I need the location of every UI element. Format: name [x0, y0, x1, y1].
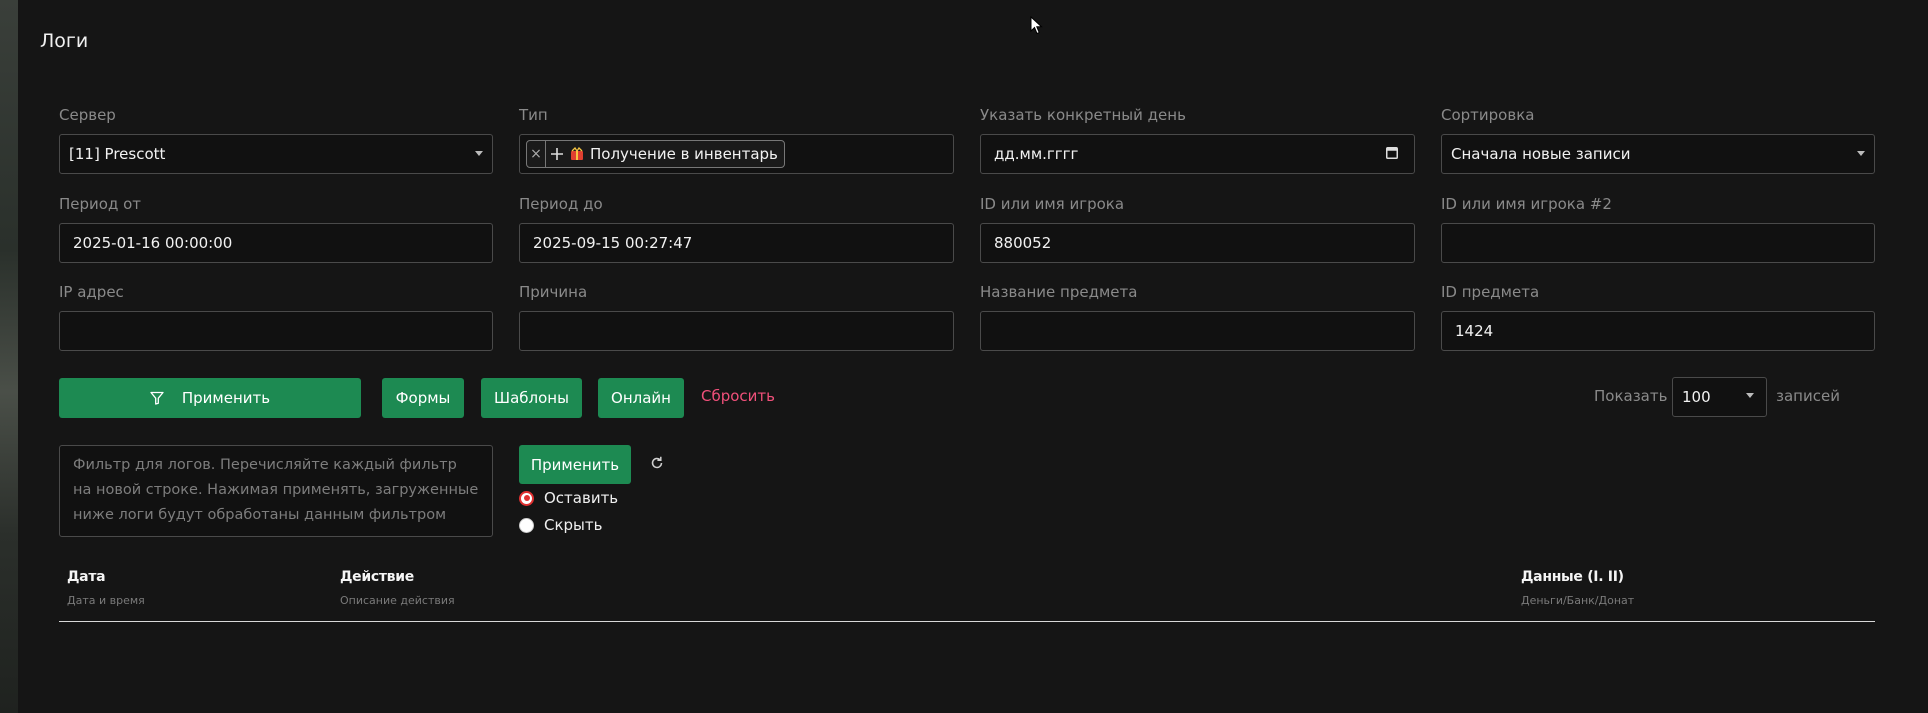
player2-input[interactable] [1441, 223, 1875, 263]
player-input[interactable]: 880052 [980, 223, 1415, 263]
period-from-input[interactable]: 2025-01-16 00:00:00 [59, 223, 493, 263]
ip-label: IP адрес [59, 283, 124, 301]
reason-input[interactable] [519, 311, 954, 351]
sort-select[interactable]: Сначала новые записи [1441, 134, 1875, 174]
radio-unselected-icon [519, 517, 534, 533]
mouse-cursor-icon [1030, 16, 1043, 35]
filter-icon [150, 391, 164, 405]
chevron-down-icon [1746, 393, 1754, 398]
day-placeholder: дд.мм.гггг [994, 145, 1079, 163]
player-label: ID или имя игрока [980, 195, 1125, 213]
period-to-input[interactable]: 2025-09-15 00:27:47 [519, 223, 954, 263]
item-id-label: ID предмета [1441, 283, 1540, 301]
calendar-icon[interactable] [1386, 146, 1398, 159]
type-tag-label: Получение в инвентарь [590, 145, 778, 163]
player2-label: ID или имя игрока #2 [1441, 195, 1612, 213]
column-date-title: Дата [67, 569, 106, 585]
server-select[interactable]: [11] Prescott [59, 134, 493, 174]
hide-radio[interactable]: Скрыть [519, 516, 602, 534]
type-multiselect[interactable]: × Получение в инвентарь [519, 134, 954, 174]
column-data-title: Данные (I. II) [1521, 569, 1624, 585]
per-page-select[interactable]: 100 [1672, 377, 1767, 417]
keep-radio[interactable]: Оставить [519, 489, 618, 507]
period-to-label: Период до [519, 195, 603, 213]
sort-value: Сначала новые записи [1451, 145, 1631, 163]
period-from-label: Период от [59, 195, 142, 213]
records-label: записей [1776, 387, 1840, 405]
log-filter-textarea[interactable]: Фильтр для логов. Перечисляйте каждый фи… [59, 445, 493, 537]
page-title: Логи [40, 30, 89, 52]
server-value: [11] Prescott [69, 145, 166, 163]
column-action-title: Действие [340, 569, 414, 585]
forms-button[interactable]: Формы [382, 378, 464, 418]
plus-icon [546, 141, 568, 167]
item-name-label: Название предмета [980, 283, 1138, 301]
apply-button-label: Применить [181, 389, 271, 407]
column-action-subtitle: Описание действия [340, 594, 455, 607]
keep-radio-label: Оставить [544, 489, 619, 507]
type-label: Тип [519, 106, 548, 124]
show-label: Показать [1594, 387, 1668, 405]
chevron-down-icon [475, 151, 483, 156]
apply-filter-button[interactable]: Применить [519, 445, 631, 484]
logs-panel [18, 0, 1928, 713]
radio-selected-icon [519, 490, 534, 506]
gift-icon [568, 141, 586, 167]
item-id-input[interactable]: 1424 [1441, 311, 1875, 351]
refresh-icon[interactable] [649, 455, 665, 471]
chevron-down-icon [1857, 151, 1865, 156]
sort-label: Сортировка [1441, 106, 1535, 124]
background-strip [0, 0, 18, 713]
day-label: Указать конкретный день [980, 106, 1186, 124]
reason-label: Причина [519, 283, 588, 301]
server-label: Сервер [59, 106, 116, 124]
column-data-subtitle: Деньги/Банк/Донат [1521, 594, 1635, 607]
item-name-input[interactable] [980, 311, 1415, 351]
hide-radio-label: Скрыть [544, 516, 603, 534]
day-date-input[interactable]: дд.мм.гггг [980, 134, 1415, 174]
tag-remove-button[interactable]: × [527, 141, 546, 167]
reset-link[interactable]: Сбросить [701, 387, 775, 405]
type-tag: × Получение в инвентарь [526, 140, 785, 168]
online-button[interactable]: Онлайн [598, 378, 684, 418]
ip-input[interactable] [59, 311, 493, 351]
apply-button[interactable]: Применить [59, 378, 361, 418]
table-header-divider [59, 621, 1875, 622]
per-page-value: 100 [1682, 388, 1711, 406]
templates-button[interactable]: Шаблоны [481, 378, 582, 418]
column-date-subtitle: Дата и время [67, 594, 145, 607]
